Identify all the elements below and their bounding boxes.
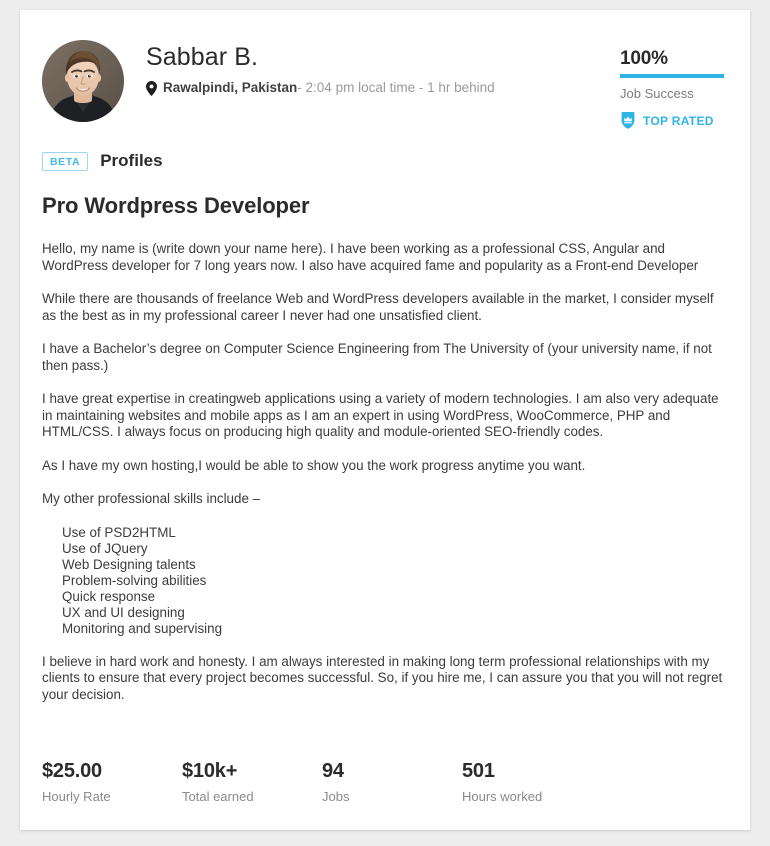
stat-value: $25.00 xyxy=(42,760,102,782)
user-photo xyxy=(42,40,124,122)
local-time-info: - 2:04 pm local time - 1 hr behind xyxy=(297,80,495,95)
top-rated-label: TOP RATED xyxy=(643,113,714,128)
list-item: Problem-solving abilities xyxy=(62,572,207,588)
beta-badge: BETA xyxy=(42,151,89,171)
overview-paragraph: While there are thousands of freelance W… xyxy=(42,291,714,323)
overview-closing-paragraph: I believe in hard work and honesty. I am… xyxy=(42,653,723,702)
profile-title: Pro Wordpress Developer xyxy=(42,193,310,218)
location-pin-icon xyxy=(146,80,157,96)
stat-hours-worked: 501 Hours worked xyxy=(462,759,632,805)
job-success-bar-fill xyxy=(620,74,724,78)
skills-list: Use of PSD2HTML Use of JQuery Web Design… xyxy=(42,525,728,637)
overview-paragraph: As I have my own hosting,I would be able… xyxy=(42,457,586,473)
list-item: Monitoring and supervising xyxy=(62,620,223,636)
profiles-section-header: BETA Profiles xyxy=(42,151,750,171)
list-item: Web Designing talents xyxy=(62,556,196,572)
stat-label: Hours worked xyxy=(462,789,543,804)
job-success-bar xyxy=(620,74,724,78)
avatar[interactable] xyxy=(42,40,124,122)
page-background: Sabbar B. Rawalpindi, Pakistan - 2:04 pm… xyxy=(0,0,770,846)
stat-value: 501 xyxy=(462,760,495,782)
list-item: UX and UI designing xyxy=(62,604,185,620)
stat-label: Jobs xyxy=(322,789,350,804)
stat-hourly-rate: $25.00 Hourly Rate xyxy=(42,759,182,805)
stat-label: Hourly Rate xyxy=(42,789,111,804)
top-rated-badge-icon xyxy=(620,112,636,129)
stat-value: $10k+ xyxy=(182,760,238,782)
job-success-label: Job Success xyxy=(620,86,694,101)
profile-overview: Hello, my name is (write down your name … xyxy=(42,241,728,703)
overview-paragraph: I have great expertise in creatingweb ap… xyxy=(42,391,719,439)
profile-header: Sabbar B. Rawalpindi, Pakistan - 2:04 pm… xyxy=(20,10,750,129)
profiles-label: Profiles xyxy=(100,151,163,170)
overview-paragraph: My other professional skills include – xyxy=(42,491,261,506)
overview-paragraph: I have a Bachelor’s degree on Computer S… xyxy=(42,341,712,373)
stat-total-earned: $10k+ Total earned xyxy=(182,759,322,805)
job-success-block: 100% Job Success TOP RATED xyxy=(620,48,724,129)
list-item: Quick response xyxy=(62,588,156,604)
freelancer-profile-card: Sabbar B. Rawalpindi, Pakistan - 2:04 pm… xyxy=(20,10,750,830)
stat-value: 94 xyxy=(322,760,344,782)
top-rated-badge[interactable]: TOP RATED xyxy=(620,112,724,129)
stat-label: Total earned xyxy=(182,789,254,804)
stat-jobs: 94 Jobs xyxy=(322,759,462,805)
job-success-percent: 100% xyxy=(620,48,668,69)
overview-paragraph: Hello, my name is (write down your name … xyxy=(42,241,699,273)
list-item: Use of JQuery xyxy=(62,540,148,556)
location-name: Rawalpindi, Pakistan xyxy=(163,80,298,95)
stats-row: $25.00 Hourly Rate $10k+ Total earned 94… xyxy=(42,759,728,805)
list-item: Use of PSD2HTML xyxy=(62,524,176,540)
